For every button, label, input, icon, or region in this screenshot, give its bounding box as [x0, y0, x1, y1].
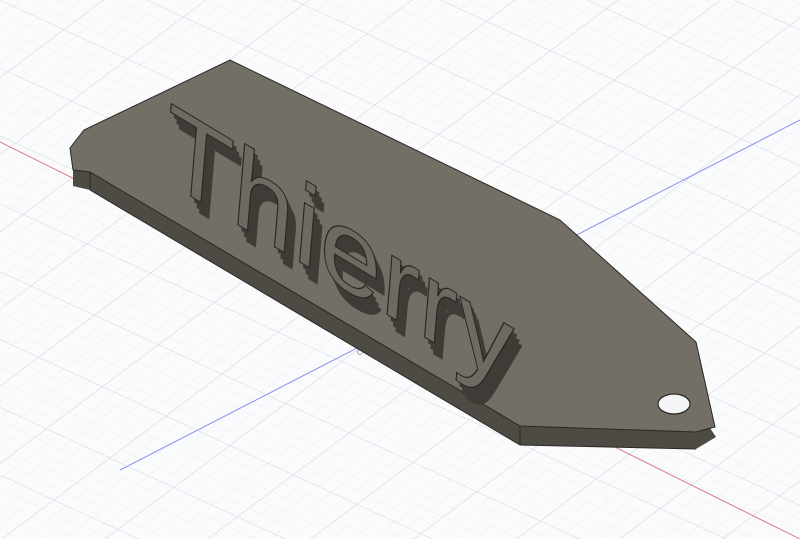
- model-canvas[interactable]: Thierry Thierry Thierry Thierry: [0, 0, 800, 539]
- keyring-hole-icon[interactable]: [657, 393, 691, 415]
- cad-3d-viewport[interactable]: Thierry Thierry Thierry Thierry: [0, 0, 800, 539]
